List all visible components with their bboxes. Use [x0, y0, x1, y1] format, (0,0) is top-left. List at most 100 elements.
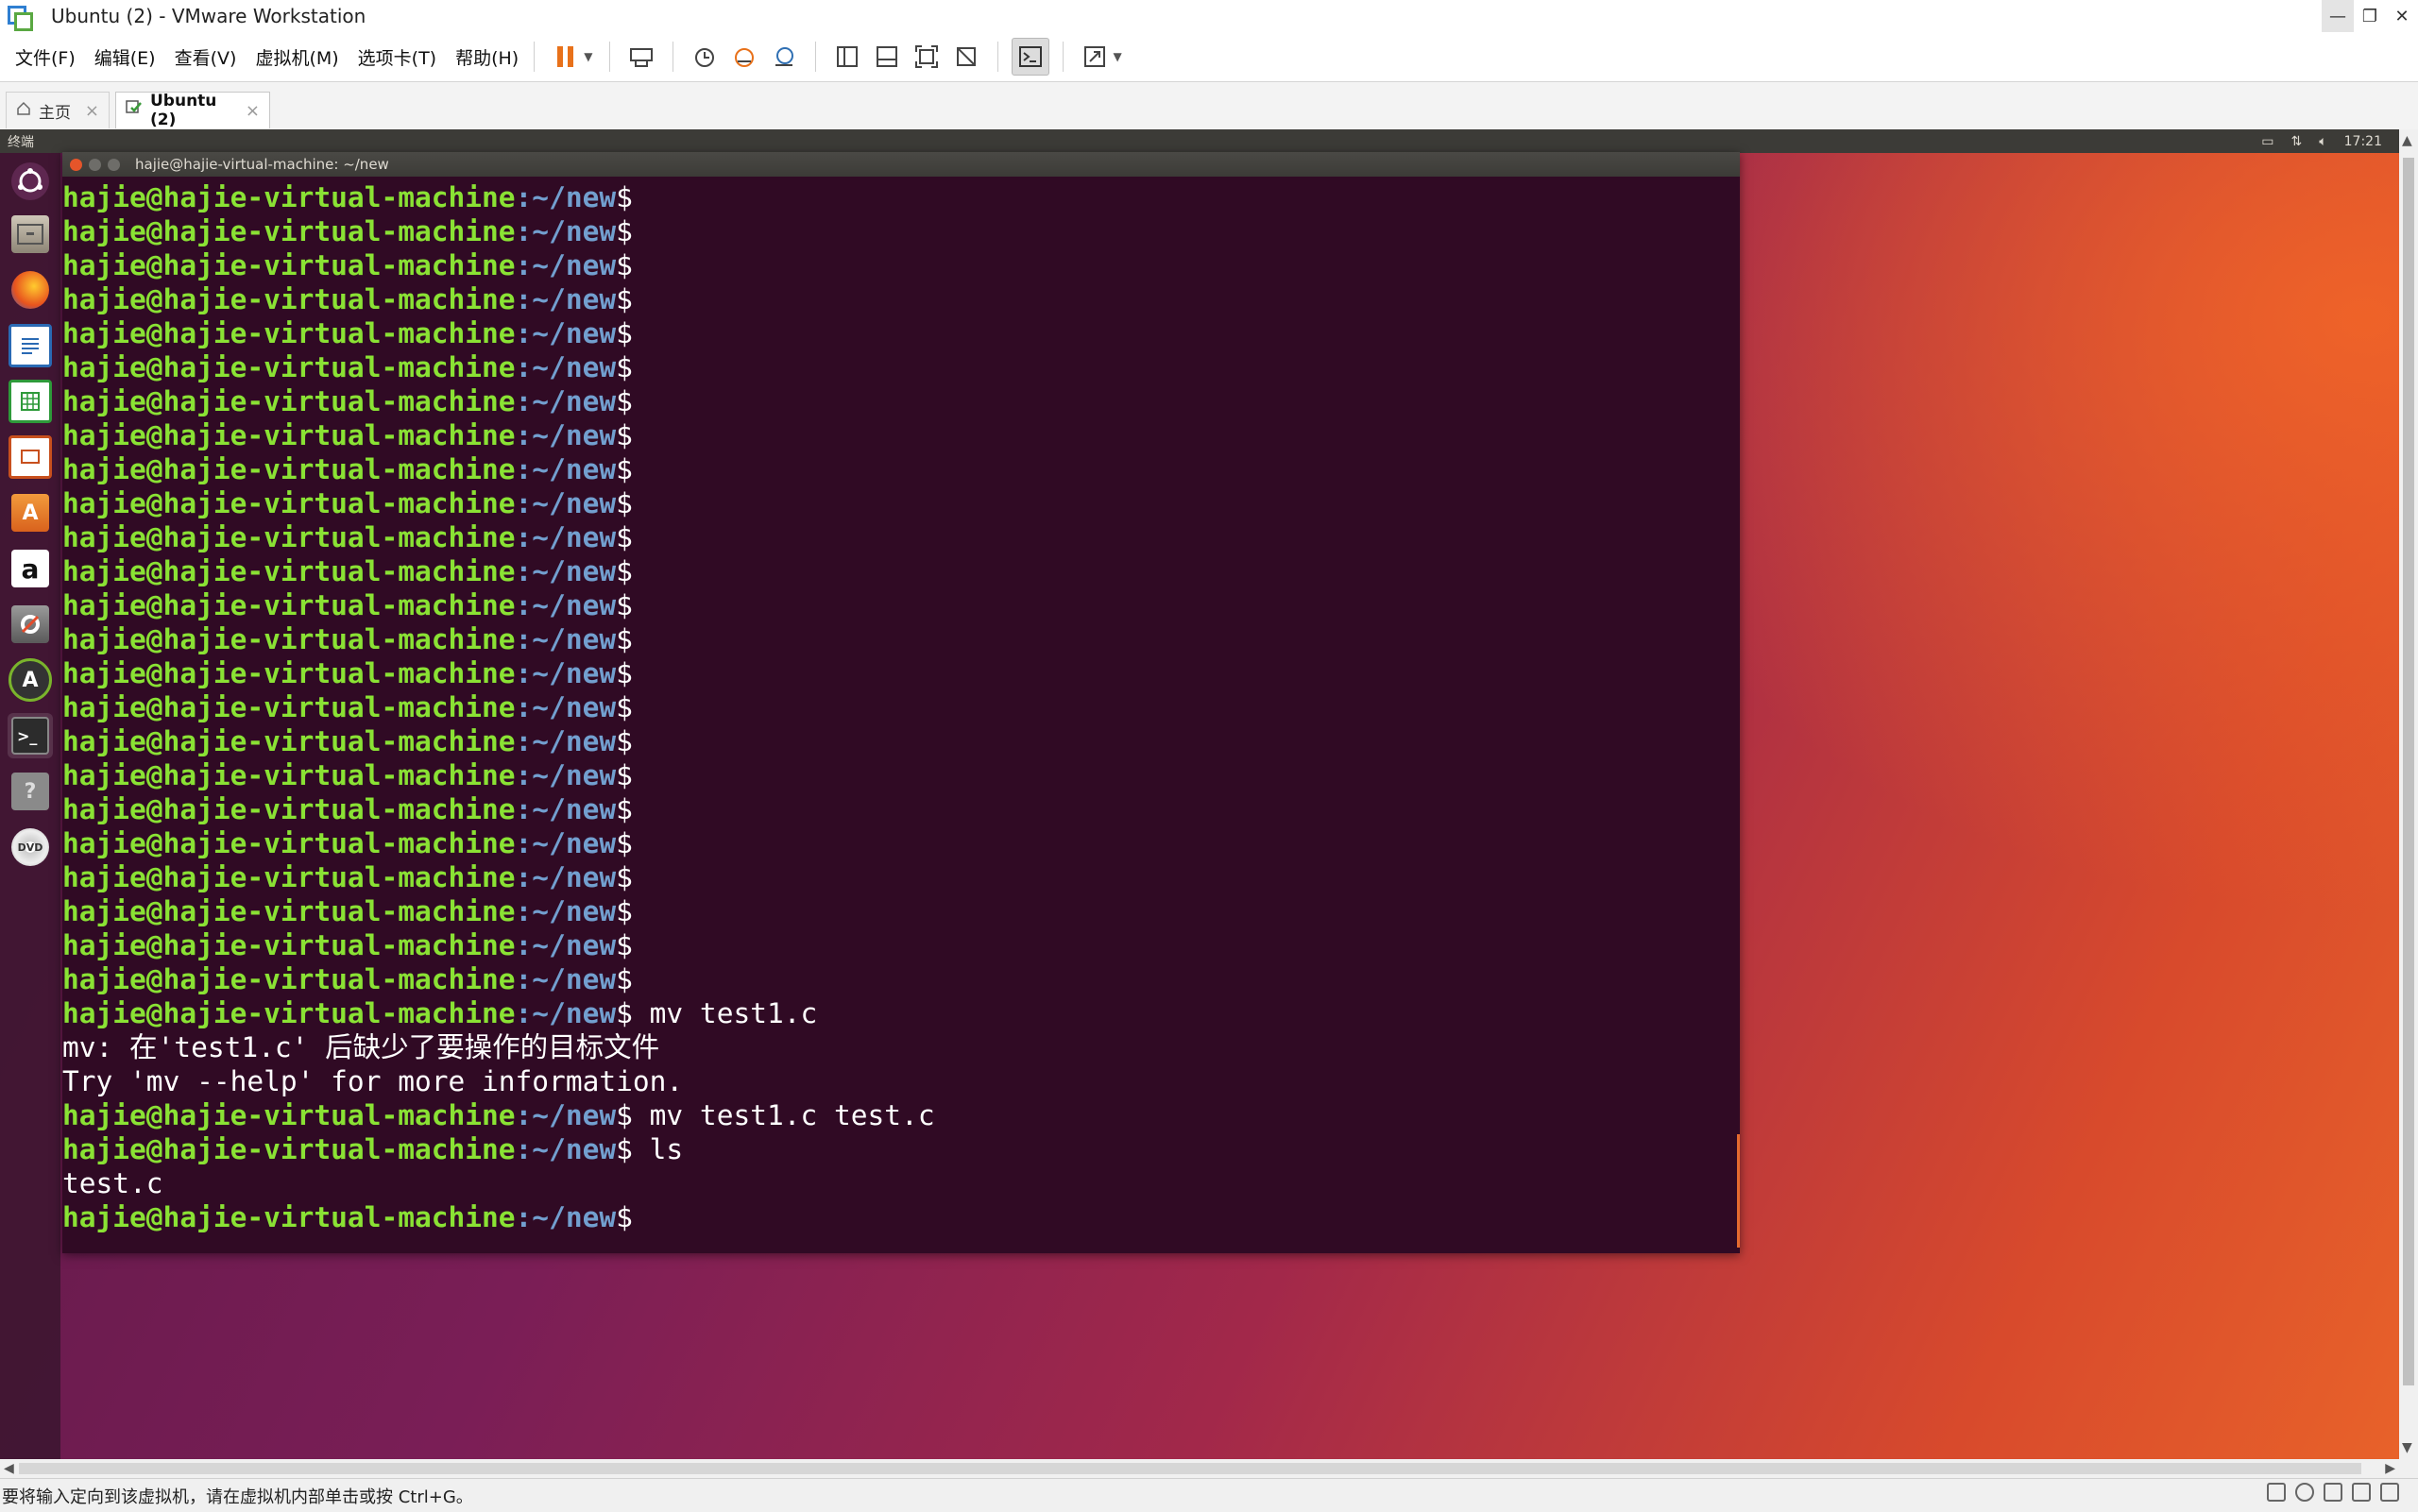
prompt-dollar: $ — [616, 963, 633, 995]
vm-horizontal-scrollbar[interactable]: ◀ ▶ — [0, 1459, 2399, 1478]
prompt-path: :~/new — [515, 419, 617, 451]
menu-file[interactable]: 文件(F) — [15, 44, 76, 70]
unity-mode-icon[interactable] — [948, 39, 984, 75]
thumbnail-bar-icon[interactable] — [869, 39, 905, 75]
launcher-help[interactable]: ? — [8, 769, 53, 814]
prompt-dollar: $ — [616, 249, 633, 281]
terminal-title: hajie@hajie-virtual-machine: ~/new — [135, 156, 389, 173]
vertical-scroll-thumb[interactable] — [2403, 158, 2414, 1385]
prompt-dollar: $ — [616, 453, 633, 485]
launcher-software-updater[interactable]: A — [8, 657, 53, 703]
network-icon[interactable]: ⇅ — [2291, 134, 2303, 149]
terminal-scrollbar[interactable] — [1737, 1134, 1740, 1248]
tab-home[interactable]: 主页 × — [6, 92, 110, 128]
scroll-up-icon[interactable]: ▲ — [2402, 133, 2412, 148]
launcher-dash-button[interactable] — [8, 159, 53, 204]
prompt-user-host: hajie@hajie-virtual-machine — [62, 929, 516, 961]
terminal-minimize-button[interactable] — [89, 158, 101, 171]
stretch-dropdown-icon[interactable]: ▼ — [1113, 50, 1121, 63]
terminal-output[interactable]: hajie@hajie-virtual-machine:~/new$ hajie@… — [62, 180, 1725, 1234]
minimize-button[interactable]: — — [2322, 0, 2354, 32]
cd-dvd-icon[interactable] — [2295, 1483, 2314, 1502]
console-view-icon[interactable] — [1012, 38, 1050, 76]
terminal-prompt-line: hajie@hajie-virtual-machine:~/new$ — [62, 282, 1725, 316]
output-text: mv: 在'test1.c' 后缺少了要操作的目标文件 — [62, 1031, 660, 1063]
horizontal-scroll-thumb[interactable] — [19, 1463, 2361, 1474]
terminal-prompt-line: hajie@hajie-virtual-machine:~/new$ — [62, 928, 1725, 962]
prompt-path: :~/new — [515, 691, 617, 723]
network-adapter-icon[interactable] — [2324, 1483, 2342, 1502]
menu-tabs[interactable]: 选项卡(T) — [358, 44, 436, 70]
scroll-down-icon[interactable]: ▼ — [2402, 1440, 2412, 1455]
panel-indicators: ▭ ⇅ 🔈︎ 17:21 — [2261, 129, 2382, 153]
launcher-system-settings[interactable] — [8, 602, 53, 647]
restore-button[interactable]: ❐ — [2354, 0, 2386, 32]
panel-clock[interactable]: 17:21 — [2344, 134, 2382, 149]
keyboard-indicator-icon[interactable]: ▭ — [2261, 134, 2273, 149]
vm-vertical-scrollbar[interactable]: ▲ ▼ — [2399, 129, 2418, 1459]
pause-icon[interactable] — [548, 39, 584, 75]
launcher-amazon[interactable]: a — [8, 546, 53, 591]
menu-edit[interactable]: 编辑(E) — [94, 44, 156, 70]
scroll-left-icon[interactable]: ◀ — [4, 1461, 14, 1476]
writer-icon — [9, 324, 52, 367]
prompt-user-host: hajie@hajie-virtual-machine — [62, 691, 516, 723]
usb-controller-icon[interactable] — [2380, 1483, 2399, 1502]
hard-disk-icon[interactable] — [2267, 1483, 2286, 1502]
prompt-path: :~/new — [515, 793, 617, 825]
terminal-maximize-button[interactable] — [108, 158, 120, 171]
terminal-prompt-line: hajie@hajie-virtual-machine:~/new$ mv te… — [62, 1098, 1725, 1132]
terminal-output-line: Try 'mv --help' for more information. — [62, 1064, 1725, 1098]
launcher-files[interactable] — [8, 212, 53, 257]
send-ctrl-alt-del-icon[interactable] — [623, 39, 659, 75]
vm-display[interactable]: 终端 ▭ ⇅ 🔈︎ 17:21 A a A >_ ? DVD hajie@haj… — [0, 129, 2399, 1459]
tab-ubuntu-2[interactable]: Ubuntu (2) × — [115, 92, 270, 129]
prompt-user-host: hajie@hajie-virtual-machine — [62, 453, 516, 485]
close-window-button[interactable]: ✕ — [2386, 0, 2418, 32]
volume-icon[interactable]: 🔈︎ — [2319, 134, 2326, 149]
menu-help[interactable]: 帮助(H) — [455, 44, 519, 70]
prompt-user-host: hajie@hajie-virtual-machine — [62, 249, 516, 281]
prompt-command: mv test1.c test.c — [632, 1099, 935, 1131]
revert-snapshot-icon[interactable] — [726, 39, 762, 75]
tab-home-label: 主页 — [39, 103, 71, 123]
home-icon — [16, 101, 31, 121]
sound-card-icon[interactable] — [2352, 1483, 2371, 1502]
prompt-path: :~/new — [515, 759, 617, 791]
full-screen-icon[interactable] — [909, 39, 945, 75]
prompt-path: :~/new — [515, 589, 617, 621]
snapshot-icon[interactable] — [687, 39, 723, 75]
launcher-impress[interactable] — [8, 434, 53, 480]
output-text: test.c — [62, 1167, 163, 1199]
snapshot-manager-icon[interactable] — [766, 39, 802, 75]
prompt-dollar: $ — [616, 861, 633, 893]
settings-gear-icon — [11, 605, 49, 643]
prompt-dollar: $ — [616, 283, 633, 315]
prompt-dollar: $ — [616, 1099, 633, 1131]
close-tab-icon[interactable]: × — [246, 101, 260, 121]
launcher-software-center[interactable]: A — [8, 490, 53, 535]
prompt-path: :~/new — [515, 1099, 617, 1131]
prompt-path: :~/new — [515, 487, 617, 519]
prompt-user-host: hajie@hajie-virtual-machine — [62, 181, 516, 213]
launcher-dvd[interactable]: DVD — [8, 824, 53, 870]
prompt-path: :~/new — [515, 997, 617, 1029]
prompt-command: mv test1.c — [632, 997, 818, 1029]
terminal-window[interactable]: hajie@hajie-virtual-machine: ~/new hajie… — [62, 152, 1740, 1253]
menu-vm[interactable]: 虚拟机(M) — [255, 44, 338, 70]
terminal-prompt-line: hajie@hajie-virtual-machine:~/new$ — [62, 894, 1725, 928]
menu-view[interactable]: 查看(V) — [175, 44, 237, 70]
pause-dropdown-icon[interactable]: ▼ — [584, 50, 592, 63]
prompt-user-host: hajie@hajie-virtual-machine — [62, 283, 516, 315]
scroll-right-icon[interactable]: ▶ — [2385, 1461, 2395, 1476]
terminal-close-button[interactable] — [70, 158, 82, 171]
launcher-writer[interactable] — [8, 323, 53, 368]
launcher-firefox[interactable] — [8, 267, 53, 313]
close-tab-icon[interactable]: × — [85, 101, 99, 121]
show-library-icon[interactable] — [829, 39, 865, 75]
launcher-calc[interactable] — [8, 379, 53, 424]
launcher-terminal[interactable]: >_ — [8, 713, 53, 758]
vm-tab-icon — [126, 99, 143, 122]
stretch-guest-icon[interactable] — [1077, 39, 1113, 75]
prompt-path: :~/new — [515, 623, 617, 655]
